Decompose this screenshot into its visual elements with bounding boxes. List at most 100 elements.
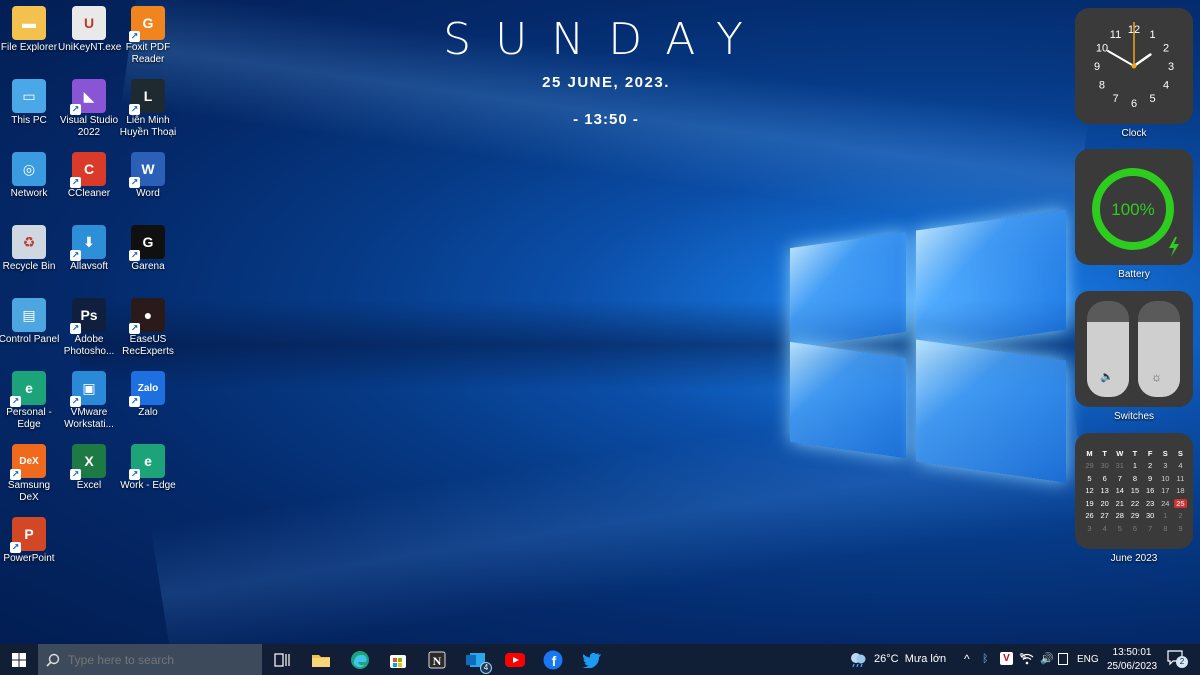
calendar-day[interactable]: 21 — [1113, 499, 1126, 508]
desktop-icon-control-panel[interactable]: ▤ Control Panel — [0, 294, 60, 360]
notification-center-button[interactable]: 2 — [1167, 650, 1188, 671]
charging-bolt-icon — [1169, 237, 1179, 257]
taskbar-clock-date[interactable]: 25/06/2023 — [1104, 661, 1160, 672]
calendar-day[interactable]: 28 — [1113, 511, 1126, 520]
taskbar-clock-time[interactable]: 13:50:01 — [1108, 647, 1156, 658]
speaker-icon[interactable]: 🔊 — [1040, 652, 1054, 665]
clock-number: 5 — [1149, 93, 1155, 105]
calendar-day[interactable]: 20 — [1098, 499, 1111, 508]
desktop-icon-easeus-recexperts[interactable]: ● ↗ EaseUS RecExperts — [117, 294, 179, 360]
weather-icon[interactable] — [848, 651, 868, 672]
calendar-day[interactable]: 5 — [1083, 474, 1096, 483]
calendar-day[interactable]: 7 — [1144, 524, 1157, 533]
start-button[interactable] — [0, 644, 38, 675]
desktop-icon-vmware-workstati[interactable]: ▣ ↗ VMware Workstati... — [58, 367, 120, 433]
calendar-day[interactable]: 17 — [1159, 486, 1172, 495]
calendar-day[interactable]: 1 — [1128, 461, 1141, 470]
desktop-icon-excel[interactable]: X ↗ Excel — [58, 440, 120, 506]
brightness-slider[interactable]: ☼ — [1138, 301, 1180, 397]
desktop-icon-word[interactable]: W ↗ Word — [117, 148, 179, 214]
desktop-icon-ccleaner[interactable]: C ↗ CCleaner — [58, 148, 120, 214]
calendar-day[interactable]: 2 — [1144, 461, 1157, 470]
calendar-day[interactable]: 13 — [1098, 486, 1111, 495]
clock-widget[interactable]: 121234567891011 — [1075, 8, 1193, 124]
calendar-day[interactable]: 9 — [1144, 474, 1157, 483]
taskbar-search-box[interactable] — [38, 644, 262, 675]
calendar-day[interactable]: 27 — [1098, 511, 1111, 520]
calendar-day[interactable]: 29 — [1128, 511, 1141, 520]
calendar-day[interactable]: 31 — [1113, 461, 1126, 470]
chevron-up-icon[interactable]: ^ — [964, 652, 970, 666]
calendar-day[interactable]: 30 — [1144, 511, 1157, 520]
calendar-day[interactable]: 11 — [1174, 474, 1187, 483]
calendar-day[interactable]: 3 — [1159, 461, 1172, 470]
calendar-day[interactable]: 4 — [1174, 461, 1187, 470]
calendar-day[interactable]: 10 — [1159, 474, 1172, 483]
calendar-day[interactable]: 22 — [1128, 499, 1141, 508]
taskbar-outlook[interactable]: 4 — [464, 648, 492, 674]
calendar-day[interactable]: 8 — [1159, 524, 1172, 533]
calendar-day[interactable]: 6 — [1128, 524, 1141, 533]
calendar-day[interactable]: 14 — [1113, 486, 1126, 495]
unikey-tray-icon[interactable]: V — [1000, 652, 1013, 665]
clock-number: 2 — [1163, 43, 1169, 55]
volume-slider[interactable]: 🔈 — [1087, 301, 1129, 397]
desktop-icon-li-n-minh-huy-n-tho-i[interactable]: L ↗ Liên Minh Huyền Thoại — [117, 75, 179, 141]
desktop-icon-adobe-photosho[interactable]: Ps ↗ Adobe Photosho... — [58, 294, 120, 360]
calendar-day[interactable]: 1 — [1159, 511, 1172, 520]
taskbar-twitter[interactable] — [580, 648, 604, 672]
calendar-day[interactable]: 26 — [1083, 511, 1096, 520]
wifi-tray[interactable] — [1020, 652, 1034, 670]
calendar-day[interactable]: 6 — [1098, 474, 1111, 483]
calendar-widget[interactable]: M T W T F S S 29 30 31 1 2 3 4 5 6 7 8 9 10 11 12 13 14 15 16 17 18… — [1075, 433, 1193, 549]
taskbar-facebook[interactable]: f — [541, 648, 565, 672]
bluetooth-icon[interactable]: ᛒ — [982, 653, 989, 665]
calendar-day[interactable]: 16 — [1144, 486, 1157, 495]
calendar-day[interactable]: 18 — [1174, 486, 1187, 495]
weather-text[interactable]: 26°C Mưa lớn — [874, 653, 946, 665]
desktop-icon-file-explorer[interactable]: ▬ File Explorer — [0, 2, 60, 68]
desktop-icon-this-pc[interactable]: ▭ This PC — [0, 75, 60, 141]
language-indicator[interactable]: ENG — [1077, 654, 1099, 665]
calendar-day[interactable]: 24 — [1159, 499, 1172, 508]
calendar-day[interactable]: 8 — [1128, 474, 1141, 483]
calendar-day[interactable]: 7 — [1113, 474, 1126, 483]
calendar-day[interactable]: 4 — [1098, 524, 1111, 533]
desktop-icon-personal-edge[interactable]: e ↗ Personal - Edge — [0, 367, 60, 433]
store-icon — [390, 655, 406, 668]
file-explorer-icon — [312, 655, 330, 667]
desktop-icon-label: Control Panel — [0, 334, 60, 345]
calendar-day[interactable]: 23 — [1144, 499, 1157, 508]
desktop-icon-network[interactable]: ◎ Network — [0, 148, 60, 214]
search-input[interactable] — [68, 652, 248, 667]
taskbar-file-explorer[interactable] — [309, 648, 333, 672]
desktop-icon-work-edge[interactable]: e ↗ Work - Edge — [117, 440, 179, 506]
calendar-day[interactable]: 15 — [1128, 486, 1141, 495]
desktop-icon-samsung-dex[interactable]: DeX ↗ Samsung DeX — [0, 440, 60, 506]
task-view-button[interactable] — [270, 648, 294, 672]
calendar-day[interactable]: 2 — [1174, 511, 1187, 520]
desktop-icon-unikeynt-exe[interactable]: U UniKeyNT.exe — [58, 2, 121, 68]
calendar-today[interactable]: 25 — [1173, 498, 1187, 508]
taskbar-edge[interactable] — [348, 648, 372, 672]
calendar-day[interactable]: 30 — [1098, 461, 1111, 470]
desktop-icon-recycle-bin[interactable]: ♻ Recycle Bin — [0, 221, 60, 287]
battery-tray-icon[interactable] — [1058, 653, 1068, 665]
desktop-icon-label: Samsung DeX — [7, 480, 51, 503]
desktop-icon-garena[interactable]: G ↗ Garena — [117, 221, 179, 287]
calendar-day[interactable]: 3 — [1083, 524, 1096, 533]
calendar-day[interactable]: 5 — [1113, 524, 1126, 533]
taskbar-youtube[interactable] — [503, 648, 527, 672]
calendar-day[interactable]: 19 — [1083, 499, 1096, 508]
desktop-icon-foxit-pdf-reader[interactable]: G ↗ Foxit PDF Reader — [117, 2, 179, 68]
calendar-day[interactable]: 12 — [1083, 486, 1096, 495]
battery-widget[interactable]: 100% — [1075, 149, 1193, 265]
calendar-day[interactable]: 9 — [1174, 524, 1187, 533]
desktop-icon-allavsoft[interactable]: ⬇ ↗ Allavsoft — [58, 221, 120, 287]
desktop-icon-visual-studio-2022[interactable]: ◣ ↗ Visual Studio 2022 — [58, 75, 120, 141]
taskbar-notion[interactable]: N — [425, 648, 449, 672]
calendar-day[interactable]: 29 — [1083, 461, 1096, 470]
taskbar-store[interactable] — [386, 648, 410, 672]
desktop-icon-powerpoint[interactable]: P ↗ PowerPoint — [0, 513, 60, 579]
desktop-icon-zalo[interactable]: Zalo ↗ Zalo — [117, 367, 179, 433]
